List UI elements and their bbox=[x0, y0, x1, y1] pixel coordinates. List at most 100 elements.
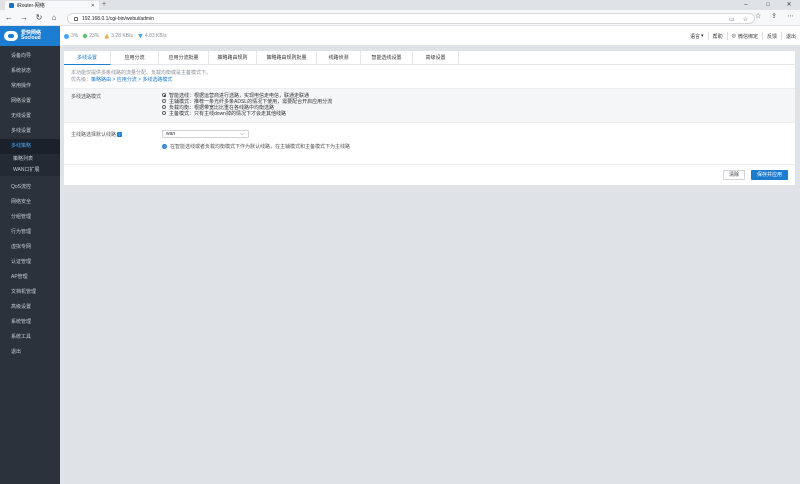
sidebar-item-wireless-settings[interactable]: 无线设置 bbox=[0, 109, 60, 124]
tab-smart-select[interactable]: 智能选线设置 bbox=[361, 51, 413, 65]
clear-button[interactable]: 清除 bbox=[723, 170, 745, 180]
default-line-row: 主线路选择默认线路? wan ⌵ ? 在智能选线或者负载均衡模式下作为默认线路，… bbox=[64, 123, 795, 153]
radio-icon[interactable] bbox=[162, 93, 166, 97]
tab-app-split-batch[interactable]: 应用分流批量 bbox=[159, 51, 209, 65]
radio-icon[interactable] bbox=[162, 111, 166, 115]
back-icon[interactable]: ← bbox=[4, 13, 14, 23]
brand-name-en: Socloud bbox=[21, 35, 41, 41]
share-icon[interactable]: ⇪ bbox=[771, 12, 777, 20]
sidebar-subitem-wan-extension[interactable]: WAN口扩展 bbox=[0, 165, 60, 176]
wechat-bind-link[interactable]: 微信绑定 bbox=[738, 33, 758, 40]
close-tab-icon[interactable]: ✕ bbox=[91, 3, 95, 9]
download-value: 4.83 KB/s bbox=[144, 33, 167, 39]
default-line-label: 主线路选择默认线路? bbox=[71, 131, 123, 138]
sidebar: 爱快网络 Socloud 设备向导 系统状态 常用操作 网络设置 无线设置 多线… bbox=[0, 26, 60, 484]
main-panel: 多线设置 应用分流 应用分流批量 策略路由规则 策略路由规则批量 线路侦测 智能… bbox=[64, 51, 795, 185]
maximize-icon[interactable]: □ bbox=[758, 0, 778, 10]
default-line-select[interactable]: wan ⌵ bbox=[162, 130, 249, 138]
cloud-logo-icon bbox=[4, 31, 18, 41]
favorite-star-icon[interactable]: ☆ bbox=[743, 16, 748, 23]
upload-stat: 3.28 KB/s bbox=[104, 33, 133, 39]
description-line1: 本功能仅提供多条线路的流量分配、负载均衡或是主备模式下。 bbox=[71, 70, 212, 76]
default-line-label-text: 主线路选择默认线路 bbox=[71, 132, 117, 138]
refresh-icon[interactable]: ↻ bbox=[34, 13, 44, 23]
description: 本功能仅提供多条线路的流量分配、负载均衡或是主备模式下。 优先级：策略路由 > … bbox=[64, 65, 795, 89]
sidebar-subitem-policy-list[interactable]: 策略列表 bbox=[0, 154, 60, 165]
home-icon[interactable]: ⌂ bbox=[49, 13, 59, 23]
sidebar-item-system-tools[interactable]: 系统工具 bbox=[0, 330, 60, 345]
window-close-icon[interactable]: ✕ bbox=[779, 0, 799, 10]
download-stat: 4.83 KB/s bbox=[137, 33, 167, 39]
mode-row: 多线选路模式 智能选线：根据运营商进行选路，实现电信走电信，联通走联通 主辅模式… bbox=[64, 89, 795, 123]
menu-dots-icon[interactable]: ⋯ bbox=[787, 12, 794, 20]
settings-form: 多线选路模式 智能选线：根据运营商进行选路，实现电信走电信，联通走联通 主辅模式… bbox=[64, 89, 795, 153]
sidebar-item-system-status[interactable]: 系统状态 bbox=[0, 64, 60, 79]
browser-tab-title: iRouter-网络 bbox=[17, 3, 45, 9]
tab-bar: 多线设置 应用分流 应用分流批量 策略路由规则 策略路由规则批量 线路侦测 智能… bbox=[64, 51, 795, 65]
upload-value: 3.28 KB/s bbox=[111, 33, 133, 39]
radio-icon[interactable] bbox=[162, 105, 166, 109]
sidebar-item-group-management[interactable]: 分组管理 bbox=[0, 210, 60, 225]
tab-app-split[interactable]: 应用分流 bbox=[111, 51, 159, 65]
url-text: 192.168.0.1/cgi-bin/webui/admin bbox=[82, 15, 154, 22]
sidebar-item-logout[interactable]: 退出 bbox=[0, 345, 60, 360]
sidebar-item-ap-management[interactable]: AP管理 bbox=[0, 270, 60, 285]
help-link[interactable]: 帮助 bbox=[713, 33, 723, 40]
mode-option-backup[interactable]: 主备模式：只有主线down掉的情况下才会走其他线路 bbox=[162, 110, 332, 117]
favorites-icon[interactable]: ☆ bbox=[755, 12, 761, 20]
sidebar-item-network-security[interactable]: 网络安全 bbox=[0, 195, 60, 210]
mode-option-label: 主备模式：只有主线down掉的情况下才会走其他线路 bbox=[169, 110, 286, 117]
sidebar-item-behavior-management[interactable]: 行为管理 bbox=[0, 225, 60, 240]
forward-icon[interactable]: → bbox=[19, 13, 29, 23]
tab-line-detect[interactable]: 线路侦测 bbox=[317, 51, 361, 65]
browser-tab[interactable]: iRouter-网络 ✕ bbox=[5, 1, 99, 10]
tab-policy-route-rules[interactable]: 策略路由规则 bbox=[209, 51, 257, 65]
address-bar: ← → ↻ ⌂ 192.168.0.1/cgi-bin/webui/admin … bbox=[0, 10, 800, 26]
dropdown-caret-icon: ▾ bbox=[701, 33, 704, 39]
sidebar-item-common-ops[interactable]: 常用操作 bbox=[0, 79, 60, 94]
sidebar-item-network-settings[interactable]: 网络设置 bbox=[0, 94, 60, 109]
save-apply-button[interactable]: 保存并应用 bbox=[751, 170, 788, 180]
tip-text: 在智能选线或者负载均衡模式下作为默认线路，在主辅模式和主备模式下为主线路 bbox=[170, 144, 351, 150]
download-icon bbox=[137, 33, 143, 39]
default-line-value: wan bbox=[166, 131, 176, 137]
tab-advanced[interactable]: 高级设置 bbox=[413, 51, 459, 65]
sidebar-item-doc-management[interactable]: 文档机管理 bbox=[0, 285, 60, 300]
logo: 爱快网络 Socloud bbox=[0, 26, 60, 46]
sidebar-item-advanced-settings[interactable]: 高级设置 bbox=[0, 300, 60, 315]
tab-policy-route-rules-batch[interactable]: 策略路由规则批量 bbox=[257, 51, 317, 65]
new-tab-icon[interactable]: + bbox=[102, 1, 106, 8]
reader-icon[interactable]: ▭ bbox=[729, 16, 735, 23]
help-icon[interactable]: ? bbox=[117, 132, 123, 137]
sidebar-item-multiline-policy[interactable]: 多线策略 bbox=[0, 139, 60, 154]
cpu-value: 3% bbox=[71, 33, 79, 39]
priority-link[interactable]: 策略路由 > 应用分流 > 多线选路模式 bbox=[91, 77, 172, 83]
sidebar-item-vpn[interactable]: 虚拟专网 bbox=[0, 240, 60, 255]
favicon-icon bbox=[9, 3, 14, 8]
browser-tabstrip: iRouter-网络 ✕ + – □ ✕ bbox=[0, 0, 800, 10]
sidebar-item-system-management[interactable]: 系统管理 bbox=[0, 315, 60, 330]
tab-multiline-settings[interactable]: 多线设置 bbox=[64, 51, 111, 65]
logout-link[interactable]: 退出 bbox=[786, 33, 796, 40]
sidebar-item-setup-wizard[interactable]: 设备向导 bbox=[0, 49, 60, 64]
language-link[interactable]: 语言 bbox=[690, 33, 700, 40]
sidebar-item-multiline-settings[interactable]: 多线设置 bbox=[0, 124, 60, 139]
chevron-down-icon: ⌵ bbox=[240, 131, 244, 137]
upload-icon bbox=[104, 33, 110, 39]
memory-icon bbox=[82, 33, 89, 39]
mem-value: 23% bbox=[89, 33, 100, 39]
url-input[interactable]: 192.168.0.1/cgi-bin/webui/admin ▭ ☆ bbox=[67, 13, 755, 24]
question-icon: ? bbox=[162, 144, 167, 149]
mode-label: 多线选路模式 bbox=[71, 94, 102, 100]
minimize-icon[interactable]: – bbox=[736, 0, 756, 10]
priority-label: 优先级： bbox=[71, 77, 92, 83]
sidebar-item-auth-management[interactable]: 认证管理 bbox=[0, 255, 60, 270]
lock-icon bbox=[74, 16, 78, 21]
feedback-link[interactable]: 反馈 bbox=[767, 33, 777, 40]
top-status-bar: 3% 23% 3.28 KB/s 4.83 KB/s 语言 ▾ 帮助 ◎ 微信绑定 … bbox=[60, 26, 800, 46]
sidebar-item-qos[interactable]: QoS流控 bbox=[0, 180, 60, 195]
mem-stat: 23% bbox=[82, 33, 100, 39]
default-line-tip: ? 在智能选线或者负载均衡模式下作为默认线路，在主辅模式和主备模式下为主线路 bbox=[162, 143, 350, 150]
cpu-stat: 3% bbox=[64, 33, 78, 39]
radio-icon[interactable] bbox=[162, 99, 166, 103]
